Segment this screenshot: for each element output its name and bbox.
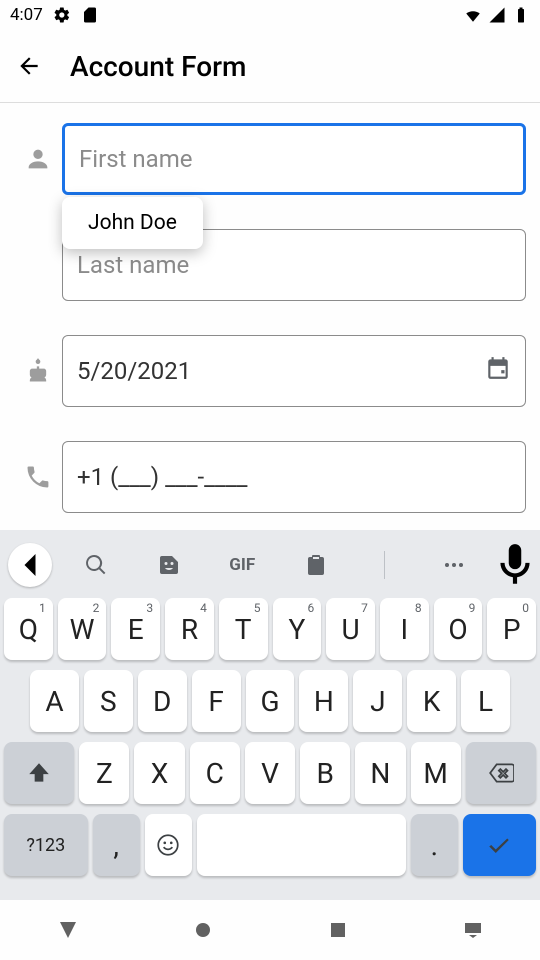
shift-icon xyxy=(26,760,52,786)
key-c[interactable]: C xyxy=(190,742,240,804)
app-bar: Account Form xyxy=(0,30,540,102)
key-n[interactable]: N xyxy=(355,742,405,804)
kb-separator xyxy=(384,551,385,579)
birthdate-value: 5/20/2021 xyxy=(77,357,191,385)
kb-row-3: ZXCVBNM xyxy=(2,742,538,804)
check-icon xyxy=(486,832,512,858)
key-o[interactable]: O9 xyxy=(434,598,483,660)
key-t[interactable]: T5 xyxy=(219,598,268,660)
search-icon[interactable] xyxy=(84,553,108,577)
back-arrow-icon[interactable] xyxy=(16,53,42,79)
key-k[interactable]: K xyxy=(407,670,456,732)
key-p[interactable]: P0 xyxy=(487,598,536,660)
nav-recent-icon[interactable] xyxy=(326,918,350,942)
calendar-icon[interactable] xyxy=(485,355,511,381)
key-e[interactable]: E3 xyxy=(111,598,160,660)
key-z[interactable]: Z xyxy=(79,742,129,804)
person-icon xyxy=(24,145,52,173)
key-s[interactable]: S xyxy=(84,670,133,732)
key-g[interactable]: G xyxy=(246,670,295,732)
symbols-key[interactable]: ?123 xyxy=(4,814,88,876)
key-f[interactable]: F xyxy=(192,670,241,732)
period-key[interactable]: . xyxy=(411,814,458,876)
key-q[interactable]: Q1 xyxy=(4,598,53,660)
key-j[interactable]: J xyxy=(353,670,402,732)
nav-bar xyxy=(0,900,540,960)
clipboard-icon[interactable] xyxy=(304,553,328,577)
key-d[interactable]: D xyxy=(138,670,187,732)
shift-key[interactable] xyxy=(4,742,74,804)
gif-button[interactable]: GIF xyxy=(229,555,255,575)
phone-value: +1 (___) ___-____ xyxy=(77,463,248,491)
account-form: First name John Doe Last name 5/20/2021 … xyxy=(0,103,540,513)
keyboard: GIF Q1W2E3R4T5Y6U7I8O9P0 ASDFGHJKL ZXCVB… xyxy=(0,530,540,900)
chevron-left-icon xyxy=(8,543,52,587)
key-h[interactable]: H xyxy=(299,670,348,732)
nav-home-icon[interactable] xyxy=(191,918,215,942)
phone-icon xyxy=(24,463,52,491)
phone-row: +1 (___) ___-____ xyxy=(14,441,526,513)
kb-row-1: Q1W2E3R4T5Y6U7I8O9P0 xyxy=(2,598,538,660)
key-v[interactable]: V xyxy=(245,742,295,804)
phone-field[interactable]: +1 (___) ___-____ xyxy=(62,441,526,513)
nav-back-icon[interactable] xyxy=(56,918,80,942)
last-name-placeholder: Last name xyxy=(77,251,189,279)
key-i[interactable]: I8 xyxy=(380,598,429,660)
mic-icon[interactable] xyxy=(490,540,540,590)
battery-icon xyxy=(512,6,530,24)
sd-card-icon xyxy=(81,6,99,24)
page-title: Account Form xyxy=(70,50,246,83)
key-w[interactable]: W2 xyxy=(58,598,107,660)
keyboard-toolbar: GIF xyxy=(0,538,540,592)
space-key[interactable] xyxy=(197,814,406,876)
first-name-row: First name xyxy=(14,123,526,195)
key-r[interactable]: R4 xyxy=(165,598,214,660)
cake-icon xyxy=(24,357,52,385)
emoji-key[interactable] xyxy=(145,814,192,876)
key-y[interactable]: Y6 xyxy=(273,598,322,660)
key-l[interactable]: L xyxy=(461,670,510,732)
kb-row-2: ASDFGHJKL xyxy=(2,670,538,732)
sticker-icon[interactable] xyxy=(157,553,181,577)
backspace-key[interactable] xyxy=(466,742,536,804)
key-x[interactable]: X xyxy=(134,742,184,804)
birthdate-row: 5/20/2021 xyxy=(14,335,526,407)
nav-hide-keyboard-icon[interactable] xyxy=(461,918,485,942)
emoji-icon xyxy=(155,832,181,858)
key-m[interactable]: M xyxy=(411,742,461,804)
status-time: 4:07 xyxy=(10,5,43,25)
more-icon[interactable] xyxy=(442,553,466,577)
status-bar: 4:07 xyxy=(0,0,540,30)
birthdate-field[interactable]: 5/20/2021 xyxy=(62,335,526,407)
gear-icon xyxy=(53,6,71,24)
backspace-icon xyxy=(488,760,514,786)
autofill-suggestion[interactable]: John Doe xyxy=(62,197,203,249)
kb-collapse-button[interactable] xyxy=(8,543,52,587)
comma-key[interactable]: , xyxy=(93,814,140,876)
wifi-icon xyxy=(464,6,482,24)
first-name-field[interactable]: First name xyxy=(62,123,526,195)
key-b[interactable]: B xyxy=(300,742,350,804)
key-a[interactable]: A xyxy=(30,670,79,732)
key-u[interactable]: U7 xyxy=(326,598,375,660)
kb-row-4: ?123 , . xyxy=(2,814,538,876)
first-name-placeholder: First name xyxy=(79,145,193,173)
enter-key[interactable] xyxy=(463,814,536,876)
signal-icon xyxy=(488,6,506,24)
